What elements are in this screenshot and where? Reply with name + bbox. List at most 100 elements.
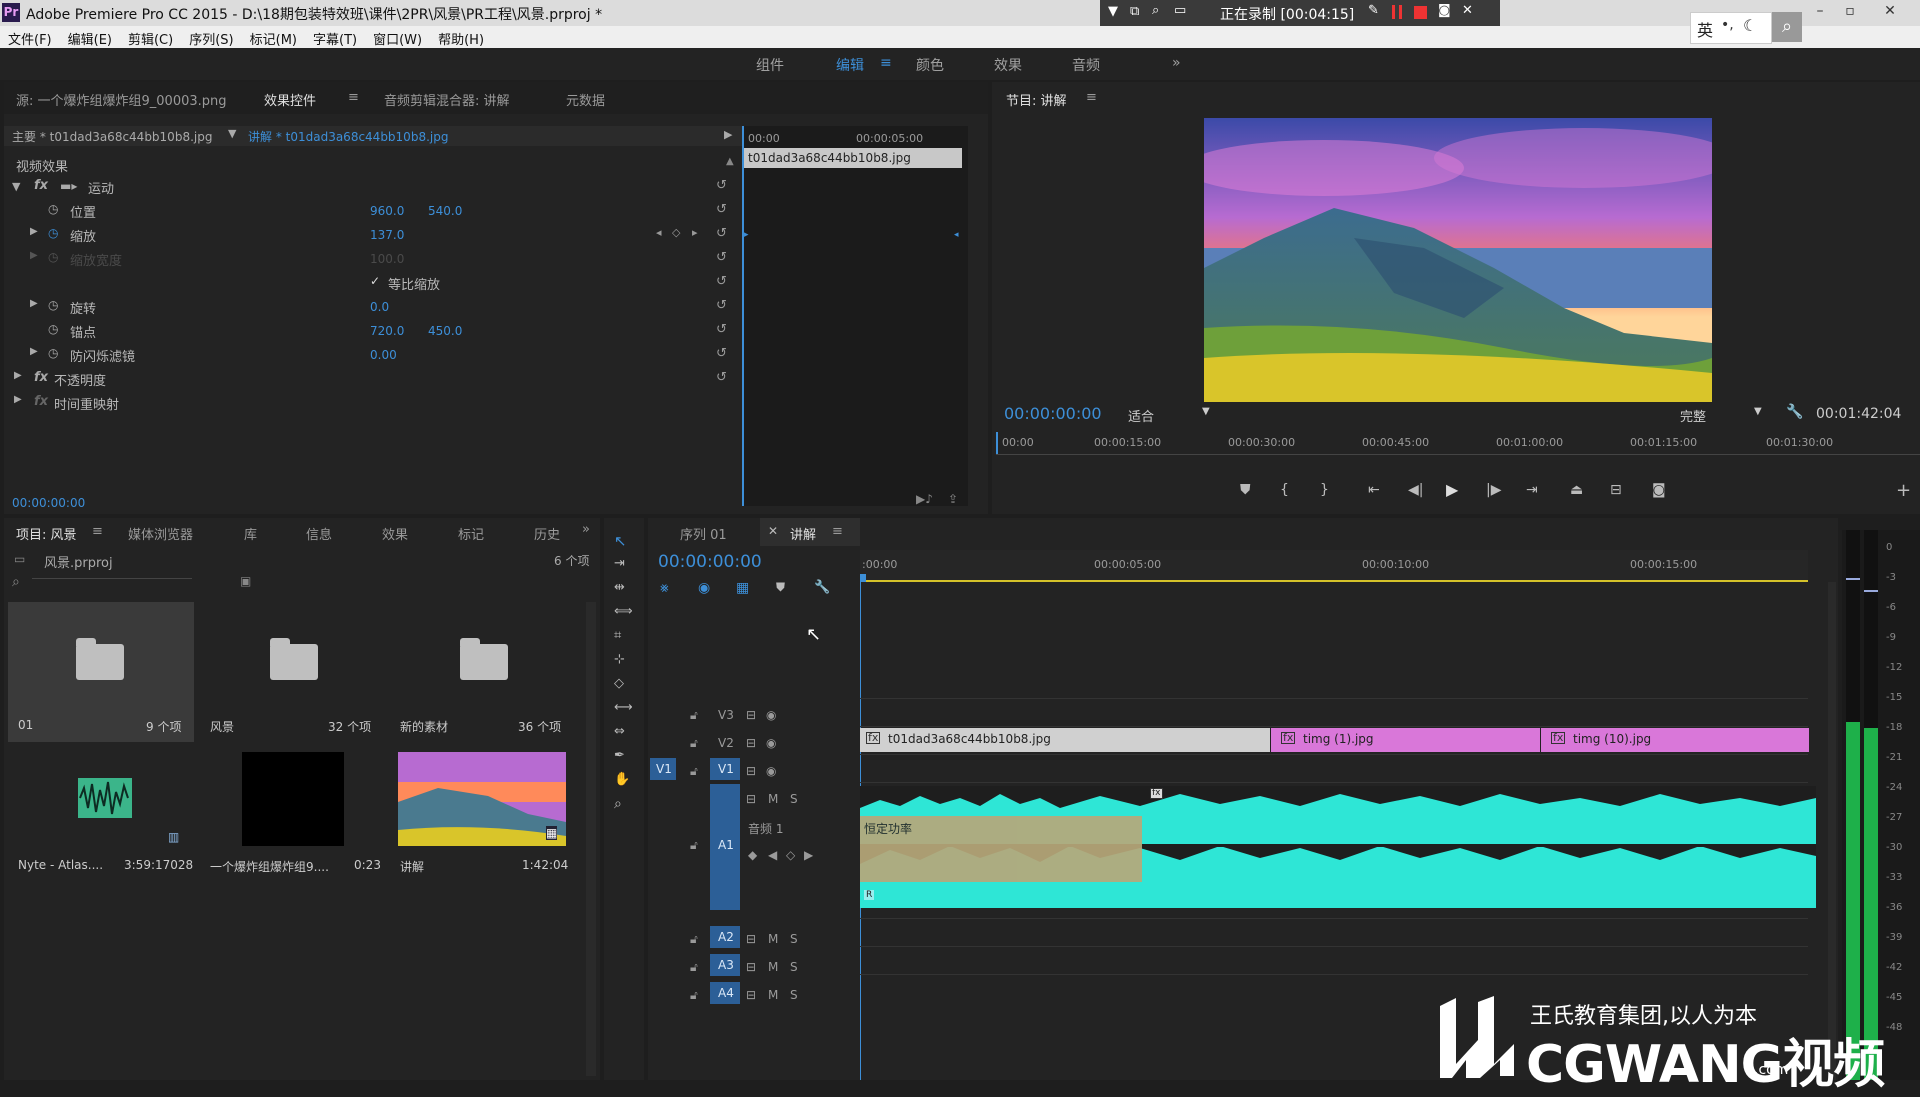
a3-lock-icon[interactable]: 🔓︎ xyxy=(690,960,698,975)
project-menu-icon[interactable]: ≡ xyxy=(92,524,103,539)
lift-icon[interactable]: ⏏ xyxy=(1570,482,1583,498)
audio-clip-a1[interactable]: 恒定功率 fx R xyxy=(860,786,1816,908)
a3-sync-icon[interactable]: ⊟ xyxy=(746,960,756,974)
motion-twirl-icon[interactable]: ▼ xyxy=(12,180,20,193)
tab-libraries[interactable]: 库 xyxy=(244,524,257,543)
fit-select[interactable]: 适合 xyxy=(1128,406,1154,425)
v3-label[interactable]: V3 xyxy=(718,708,734,722)
a3-solo-button[interactable]: S xyxy=(790,960,798,974)
v1-lock-icon[interactable]: 🔓︎ xyxy=(690,764,698,779)
next-keyframe-icon[interactable]: ▸ xyxy=(692,226,698,239)
program-video-frame[interactable] xyxy=(1204,118,1712,402)
expand-arrow-icon[interactable]: ▶ xyxy=(724,128,732,141)
reset-rotation-icon[interactable]: ↺ xyxy=(716,298,730,313)
rotation-twirl-icon[interactable]: ▶ xyxy=(30,298,38,309)
keyframe-end-icon[interactable]: ◂ xyxy=(954,230,959,240)
tab-source[interactable]: 源: 一个爆炸组爆炸组9_00003.png xyxy=(16,90,227,109)
sequence-clip-label[interactable]: 讲解 * t01dad3a68c44bb10b8.jpg xyxy=(248,128,448,145)
flicker-value[interactable]: 0.00 xyxy=(370,348,397,362)
a2-solo-button[interactable]: S xyxy=(790,932,798,946)
ime-toolbar[interactable]: 英 •, ☾ xyxy=(1690,12,1772,44)
opacity-fx-icon[interactable]: fx xyxy=(34,370,48,385)
wrench-icon[interactable]: 🔧 xyxy=(1786,404,1803,420)
pen-tool-icon[interactable]: ✒ xyxy=(614,748,625,763)
zoom-tool-icon[interactable]: ⌕ xyxy=(614,796,622,812)
workspace-more-icon[interactable]: » xyxy=(1172,55,1181,71)
v1-eye-icon[interactable]: ◉ xyxy=(766,764,776,778)
ripple-edit-tool-icon[interactable]: ⇹ xyxy=(614,580,625,595)
timeremap-twirl-icon[interactable]: ▶ xyxy=(14,394,22,405)
menu-sequence[interactable]: 序列(S) xyxy=(181,26,241,48)
export-frame-icon[interactable]: ◙ xyxy=(1652,482,1666,498)
track-select-tool-icon[interactable]: ⇥ xyxy=(614,556,625,571)
flicker-twirl-icon[interactable]: ▶ xyxy=(30,346,38,357)
region-icon[interactable]: ▭ xyxy=(1174,3,1186,18)
rotation-value[interactable]: 0.0 xyxy=(370,300,389,314)
timeline-timecode[interactable]: 00:00:00:00 xyxy=(658,552,762,572)
mark-in-icon[interactable]: { xyxy=(1280,482,1289,498)
tab-info[interactable]: 信息 xyxy=(306,524,332,543)
project-more-icon[interactable]: » xyxy=(582,522,590,537)
timeline-menu-icon[interactable]: ≡ xyxy=(832,524,843,539)
close-icon[interactable]: ✕ xyxy=(1876,0,1904,22)
fit-dropdown-icon[interactable]: ▼ xyxy=(1202,406,1210,417)
reset-opacity-icon[interactable]: ↺ xyxy=(716,370,730,385)
maximize-icon[interactable]: ▫ xyxy=(1836,0,1864,22)
clip-dropdown-icon[interactable]: ▼ xyxy=(228,127,236,140)
clip-v2-1[interactable]: fx t01dad3a68c44bb10b8.jpg xyxy=(860,728,1270,752)
workspace-color[interactable]: 颜色 xyxy=(916,55,944,75)
new-bin-icon[interactable]: ▣ xyxy=(240,574,251,588)
program-title[interactable]: 节目: 讲解 xyxy=(1006,90,1067,109)
project-scrollbar[interactable] xyxy=(586,602,596,1076)
rotation-stopwatch-icon[interactable]: ◷ xyxy=(48,298,58,312)
tab-effect-controls[interactable]: 效果控件 xyxy=(264,90,316,109)
add-marker-icon[interactable]: ⛊ xyxy=(1240,482,1251,498)
zoom-icon[interactable]: ⌕ xyxy=(1152,3,1159,18)
scale-value[interactable]: 137.0 xyxy=(370,228,404,242)
program-menu-icon[interactable]: ≡ xyxy=(1086,90,1097,105)
dropdown-icon[interactable]: ▼ xyxy=(1108,4,1118,19)
reset-uniform-icon[interactable]: ↺ xyxy=(716,274,730,289)
project-item-sequence[interactable]: ▦ xyxy=(398,752,566,846)
go-to-out-icon[interactable]: ⇥ xyxy=(1526,482,1538,498)
effect-controls-timecode[interactable]: 00:00:00:00 xyxy=(12,496,85,510)
a4-solo-button[interactable]: S xyxy=(790,988,798,1002)
v2-label[interactable]: V2 xyxy=(718,736,734,750)
v2-lock-icon[interactable]: 🔓︎ xyxy=(690,736,698,751)
timeline-playhead-handle[interactable] xyxy=(860,574,866,582)
close-recording-icon[interactable]: ✕ xyxy=(1462,3,1473,18)
workspace-menu-icon[interactable]: ≡ xyxy=(880,55,892,71)
reset-flicker-icon[interactable]: ↺ xyxy=(716,346,730,361)
search-icon[interactable]: ⌕ xyxy=(1772,12,1802,42)
reset-position-icon[interactable]: ↺ xyxy=(716,202,730,217)
flicker-stopwatch-icon[interactable]: ◷ xyxy=(48,346,58,360)
push-tool-icon[interactable]: ⇔ xyxy=(614,724,625,739)
menu-window[interactable]: 窗口(W) xyxy=(365,26,430,48)
a1-next-key-icon[interactable]: ▶ xyxy=(804,848,813,862)
reset-anchor-icon[interactable]: ↺ xyxy=(716,322,730,337)
workspace-assembly[interactable]: 组件 xyxy=(756,55,784,75)
clip-v2-2[interactable]: fx timg (1).jpg xyxy=(1270,728,1541,752)
scale-twirl-icon[interactable]: ▶ xyxy=(30,226,38,237)
workspace-effects[interactable]: 效果 xyxy=(994,55,1022,75)
a2-sync-icon[interactable]: ⊟ xyxy=(746,932,756,946)
anchor-y-value[interactable]: 450.0 xyxy=(428,324,462,338)
master-clip-label[interactable]: 主要 * t01dad3a68c44bb10b8.jpg xyxy=(12,128,212,145)
ime-moon-icon[interactable]: ☾ xyxy=(1743,16,1757,35)
project-search-input[interactable] xyxy=(32,578,192,579)
tab-markers[interactable]: 标记 xyxy=(458,524,484,543)
a1-prev-key-icon[interactable]: ◀ xyxy=(768,848,777,862)
menu-marker[interactable]: 标记(M) xyxy=(242,26,305,48)
menu-clip[interactable]: 剪辑(C) xyxy=(120,26,181,48)
prev-keyframe-icon[interactable]: ◂ xyxy=(656,226,662,239)
razor-tool-icon[interactable]: ◇ xyxy=(614,676,624,691)
tab-sequence-01[interactable]: 序列 01 xyxy=(680,524,727,543)
reset-scale-icon[interactable]: ↺ xyxy=(716,226,730,241)
tab-project[interactable]: 项目: 风景 xyxy=(16,524,77,543)
timeremap-fx-icon[interactable]: fx xyxy=(34,394,48,409)
scale-stopwatch-icon[interactable]: ◷ xyxy=(48,226,58,240)
workspace-audio[interactable]: 音频 xyxy=(1072,55,1100,75)
a1-add-keyframe-icon[interactable]: ◆ xyxy=(748,848,757,862)
pen-icon[interactable]: ✎ xyxy=(1368,3,1379,18)
program-ruler[interactable]: 00:00 00:00:15:00 00:00:30:00 00:00:45:0… xyxy=(996,432,1920,455)
